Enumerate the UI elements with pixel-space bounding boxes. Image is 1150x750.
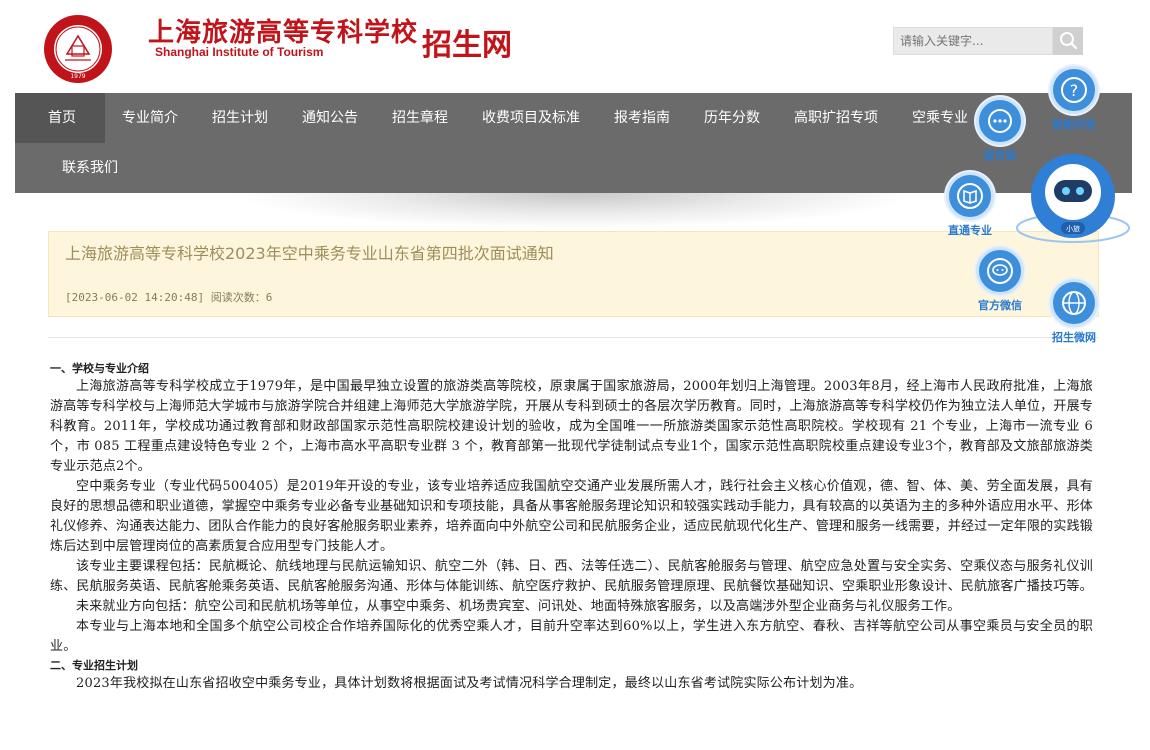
search-icon: [1060, 32, 1078, 50]
robot-assistant-icon[interactable]: 小旅: [1014, 152, 1132, 252]
search-input[interactable]: [893, 27, 1053, 55]
section-title: 二、专业招生计划: [50, 659, 138, 672]
divider: [48, 337, 1099, 338]
globe-icon: [1050, 279, 1098, 327]
majors-label: 直通专业: [948, 224, 992, 237]
school-name-en: Shanghai Institute of Tourism: [155, 45, 324, 59]
school-name-cn[interactable]: 上海旅游高等专科学校: [148, 12, 418, 49]
majors-widget[interactable]: 直通专业: [946, 172, 994, 238]
nav-item-flight-attendant[interactable]: 空乘专业: [895, 93, 985, 143]
paragraph: 该专业主要课程包括：民航概论、航线地理与民航运输知识、航空二外（韩、日、西、法等…: [50, 559, 1093, 594]
nav-item-fees[interactable]: 收费项目及标准: [465, 93, 597, 143]
wechat-label: 官方微信: [978, 299, 1022, 312]
article-meta: [2023-06-02 14:20:48] 阅读次数：6: [65, 291, 273, 304]
nav-item-plan[interactable]: 招生计划: [195, 93, 285, 143]
nav-row: 首页 专业简介 招生计划 通知公告 招生章程 收费项目及标准 报考指南 历年分数…: [15, 93, 985, 143]
paragraph: 未来就业方向包括：航空公司和民航机场等单位，从事空中乘务、机场贵宾室、问讯处、地…: [76, 599, 961, 614]
faq-label: 智能问答: [1052, 118, 1096, 131]
site-header: 1979 上海旅游高等专科学校 Shanghai Institute of To…: [0, 0, 1150, 92]
nav-shadow: [230, 193, 920, 229]
weibo-label: 招生微网: [1052, 331, 1096, 344]
robot-badge: 小旅: [1066, 224, 1080, 233]
school-logo[interactable]: 1979: [43, 14, 113, 84]
paragraph: 本专业与上海本地和全国多个航空公司校企合作培养国际化的优秀空乘人才，目前升空率达…: [50, 619, 1093, 654]
article-body: 一、学校与专业介绍 上海旅游高等专科学校成立于1979年，是中国最早独立设置的旅…: [50, 360, 1093, 694]
paragraph: 2023年我校拟在山东省招收空中乘务专业，具体计划数将根据面试及考试情况科学合理…: [76, 676, 863, 691]
nav-item-regulations[interactable]: 招生章程: [375, 93, 465, 143]
article-title: 上海旅游高等专科学校2023年空中乘务专业山东省第四批次面试通知: [65, 244, 554, 263]
weibo-widget[interactable]: 招生微网: [1050, 279, 1098, 345]
nav-item-notices[interactable]: 通知公告: [285, 93, 375, 143]
nav-item-home[interactable]: 首页: [15, 93, 105, 143]
nav-item-guide[interactable]: 报考指南: [597, 93, 687, 143]
nav-item-majors[interactable]: 专业简介: [105, 93, 195, 143]
book-icon: [946, 172, 994, 220]
section-title: 一、学校与专业介绍: [50, 362, 149, 375]
chat-bubble-icon: [976, 97, 1024, 145]
nav-item-contact[interactable]: 联系我们: [15, 143, 133, 193]
nav-item-expansion[interactable]: 高职扩招专项: [777, 93, 895, 143]
nav-row: 联系我们: [15, 143, 133, 193]
faq-widget[interactable]: ? 智能问答: [1050, 66, 1098, 132]
paragraph: 空中乘务专业（专业代码500405）是2019年开设的专业，该专业培养适应我国航…: [50, 479, 1093, 554]
logo-year: 1979: [70, 73, 85, 80]
question-icon: ?: [1050, 66, 1098, 114]
svg-text:?: ?: [1070, 81, 1079, 100]
nav-item-scores[interactable]: 历年分数: [687, 93, 777, 143]
wechat-widget[interactable]: 官方微信: [976, 247, 1024, 313]
wechat-icon: [976, 247, 1024, 295]
search-button[interactable]: [1053, 27, 1083, 55]
article-header: 上海旅游高等专科学校2023年空中乘务专业山东省第四批次面试通知 [2023-0…: [48, 231, 1099, 317]
paragraph: 上海旅游高等专科学校成立于1979年，是中国最早独立设置的旅游类高等院校，原隶属…: [50, 379, 1093, 474]
site-name[interactable]: 招生网: [422, 20, 512, 64]
